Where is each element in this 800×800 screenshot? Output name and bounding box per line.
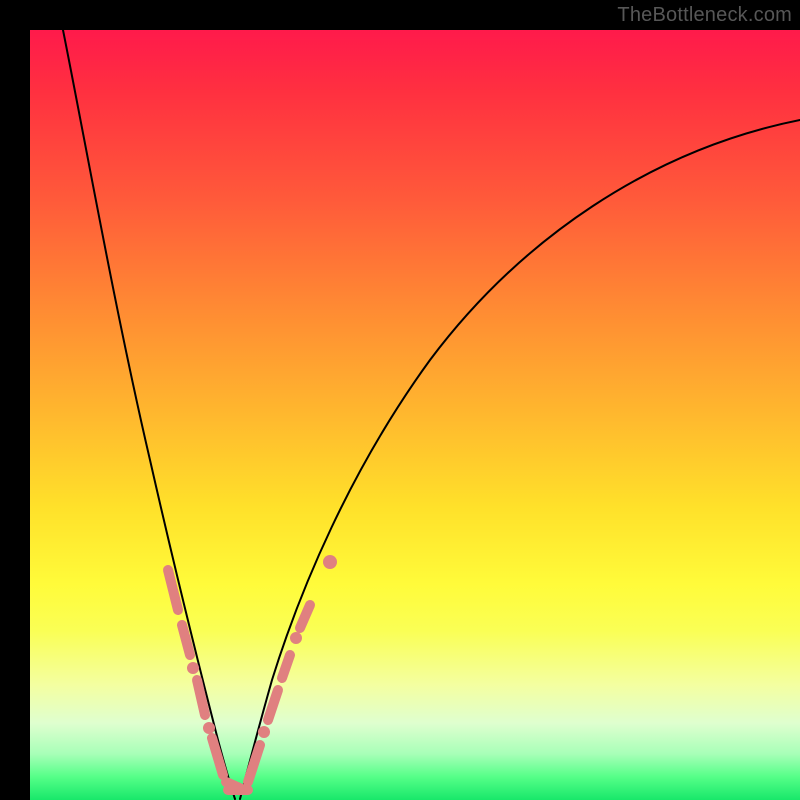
curve-layer bbox=[30, 30, 800, 800]
chart-frame: TheBottleneck.com bbox=[0, 0, 800, 800]
highlight-markers bbox=[168, 555, 337, 790]
right-curve bbox=[240, 120, 800, 799]
plot-area bbox=[30, 30, 800, 800]
watermark-text: TheBottleneck.com bbox=[617, 4, 792, 27]
left-curve bbox=[63, 30, 235, 799]
